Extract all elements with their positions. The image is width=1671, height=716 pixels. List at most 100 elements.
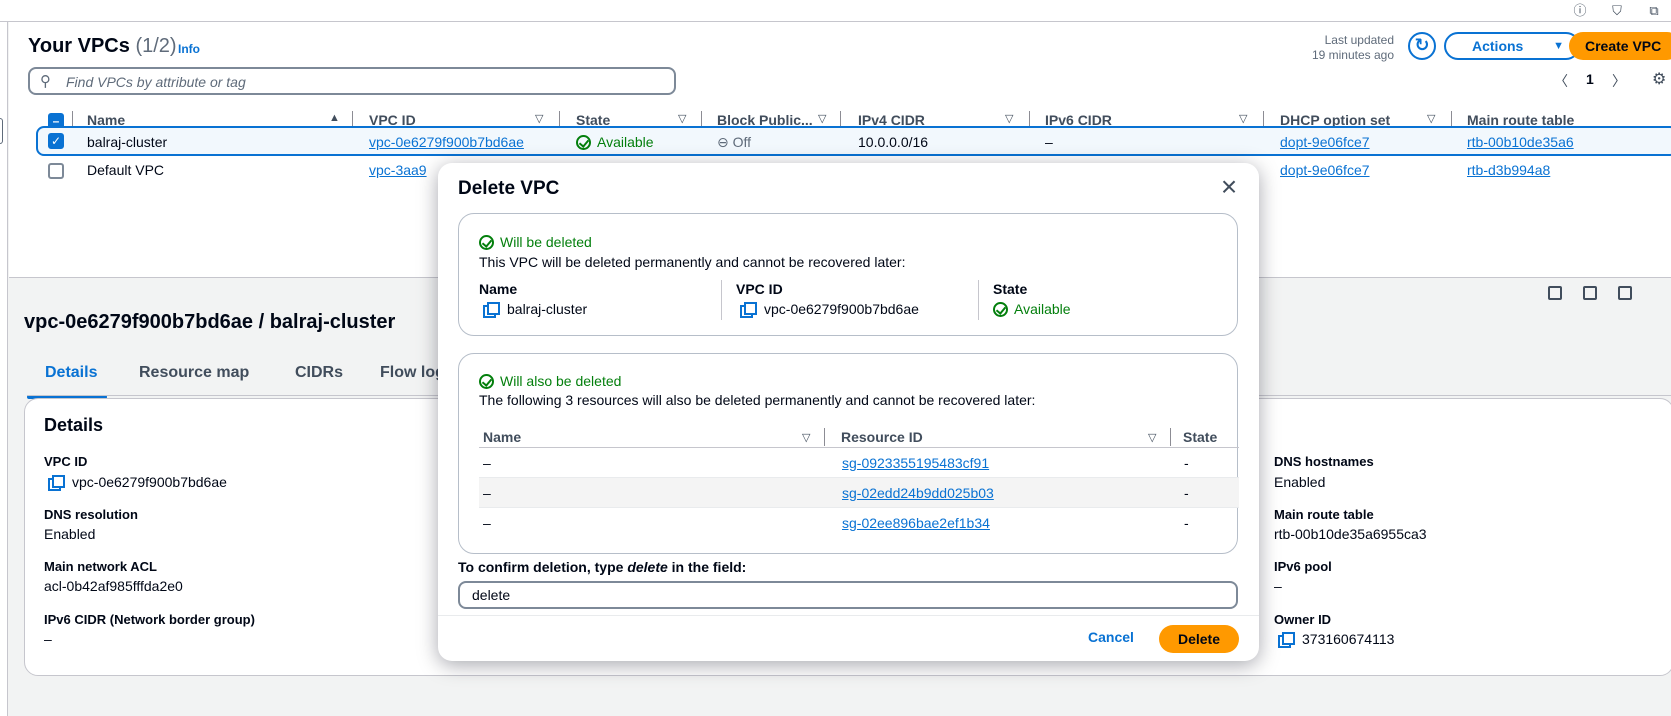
row-ipv6: – (1045, 134, 1053, 150)
settings-icon[interactable]: ⚙ (1652, 69, 1666, 89)
will-also-be-deleted-status: Will also be deleted (479, 373, 621, 389)
row-vpc-id-link[interactable]: vpc-0e6279f900b7bd6ae (369, 134, 524, 150)
shield-icon[interactable]: ⛉ (1609, 3, 1625, 19)
filter-icon[interactable]: ▽ (678, 112, 686, 125)
will-also-be-deleted-box: Will also be deleted The following 3 res… (458, 353, 1239, 554)
create-vpc-button[interactable]: Create VPC (1569, 32, 1671, 60)
field-vpc-id: VPC ID vpc-0e6279f900b7bd6ae (736, 281, 919, 318)
field-main-route-link[interactable]: rtb-00b10de35a6955ca3 (1274, 526, 1427, 542)
refresh-icon: ↻ (1414, 35, 1430, 55)
field-acl-link[interactable]: acl-0b42af985fffda2e0 (44, 578, 183, 594)
filter-icon[interactable]: ▽ (535, 112, 543, 125)
split-full-icon[interactable] (1618, 286, 1632, 300)
browser-toolbar: ⓘ ⛉ ⧉ (0, 0, 1671, 22)
box-description: The following 3 resources will also be d… (479, 392, 1036, 408)
resource-id-link[interactable]: sg-0923355195483cf91 (842, 455, 989, 471)
col-name[interactable]: Name (483, 429, 521, 445)
filter-icon[interactable]: ▽ (1239, 112, 1247, 125)
info-link[interactable]: Info (178, 42, 200, 56)
close-icon[interactable]: × (1215, 173, 1243, 203)
field-label: DNS resolution (44, 507, 138, 522)
table-row: – sg-0923355195483cf91 - (479, 448, 1239, 478)
row-route-link[interactable]: rtb-00b10de35a6 (1467, 134, 1574, 150)
modal-title: Delete VPC (458, 178, 560, 199)
sort-asc-icon[interactable]: ▲ (329, 112, 340, 124)
cancel-button[interactable]: Cancel (1078, 623, 1144, 651)
will-be-deleted-status: Will be deleted (479, 234, 592, 250)
search-placeholder: Find VPCs by attribute or tag (66, 74, 246, 90)
col-state[interactable]: State (1183, 429, 1217, 445)
field-label: IPv6 pool (1274, 559, 1332, 574)
delete-button[interactable]: Delete (1159, 625, 1239, 653)
last-updated: Last updated 19 minutes ago (1311, 33, 1394, 62)
filter-icon[interactable]: ▽ (1427, 112, 1435, 125)
off-icon: ⊖ (717, 134, 729, 150)
row-ipv4: 10.0.0.0/16 (858, 134, 929, 150)
check-circle-icon (576, 135, 591, 150)
nav-toggle[interactable] (0, 118, 3, 144)
next-page-icon[interactable]: 〉 (1612, 71, 1626, 91)
field-label: DNS hostnames (1274, 454, 1374, 469)
filter-icon[interactable]: ▽ (802, 431, 810, 444)
refresh-button[interactable]: ↻ (1408, 32, 1436, 60)
filter-icon[interactable]: ▽ (818, 112, 826, 125)
will-be-deleted-box: Will be deleted This VPC will be deleted… (458, 213, 1238, 336)
table-row: – sg-02ee896bae2ef1b34 - (483, 515, 1189, 531)
page-number[interactable]: 1 (1586, 71, 1594, 87)
left-nav-rail (0, 22, 8, 716)
field-label: Main route table (1274, 507, 1374, 522)
vpc-count: (1/2) (135, 35, 177, 57)
extension-icon[interactable]: ⧉ (1646, 3, 1662, 19)
copy-icon[interactable] (1278, 632, 1295, 648)
actions-button[interactable]: Actions ▼ (1444, 32, 1580, 60)
field-ipv6-ng: – (44, 631, 52, 647)
row-name: Default VPC (87, 162, 165, 178)
check-circle-icon (479, 374, 494, 389)
field-vpc-id: vpc-0e6279f900b7bd6ae (48, 474, 227, 491)
field-name: Name balraj-cluster (479, 281, 588, 318)
prev-page-icon[interactable]: 〈 (1554, 71, 1568, 91)
panel-title: Your VPCs (1/2) (28, 35, 177, 57)
filter-icon[interactable]: ▽ (1148, 431, 1156, 444)
detail-title: vpc-0e6279f900b7bd6ae / balraj-cluster (24, 311, 396, 333)
row-dhcp-link[interactable]: dopt-9e06fce7 (1280, 162, 1370, 178)
row-vpc-id-link[interactable]: vpc-3aa9 (369, 162, 427, 178)
row-state: Available (576, 134, 654, 150)
field-ipv6-pool: – (1274, 578, 1282, 594)
field-label: Owner ID (1274, 612, 1332, 627)
field-label: VPC ID (44, 454, 88, 469)
row-dhcp-link[interactable]: dopt-9e06fce7 (1280, 134, 1370, 150)
delete-vpc-modal: Delete VPC × Will be deleted This VPC wi… (438, 163, 1259, 661)
tab-cidrs[interactable]: CIDRs (295, 364, 343, 382)
copy-icon[interactable] (48, 475, 65, 491)
field-state: State Available (993, 281, 1071, 317)
resource-id-link[interactable]: sg-02ee896bae2ef1b34 (842, 515, 990, 531)
filter-icon[interactable]: ▽ (1005, 112, 1013, 125)
confirm-label: To confirm deletion, type delete in the … (458, 559, 747, 575)
table-row[interactable]: ✓ balraj-cluster vpc-0e6279f900b7bd6ae A… (36, 126, 1671, 156)
row-checkbox[interactable]: ✓ (48, 133, 64, 149)
row-name: balraj-cluster (87, 134, 168, 150)
check-circle-icon (993, 302, 1008, 317)
info-icon[interactable]: ⓘ (1572, 3, 1588, 19)
field-dns-hostnames: Enabled (1274, 474, 1326, 490)
field-label: Main network ACL (44, 559, 157, 574)
copy-icon[interactable] (483, 302, 500, 318)
field-label: IPv6 CIDR (Network border group) (44, 612, 255, 627)
col-resource-id[interactable]: Resource ID (841, 429, 923, 445)
search-input[interactable]: ⚲ Find VPCs by attribute or tag (28, 67, 676, 95)
field-dns-resolution: Enabled (44, 526, 96, 542)
copy-icon[interactable] (740, 302, 757, 318)
confirm-delete-input[interactable] (458, 581, 1238, 609)
resource-id-link[interactable]: sg-02edd24b9dd025b03 (842, 485, 994, 501)
tab-resource-map[interactable]: Resource map (139, 364, 249, 382)
field-owner-id: 373160674113 (1278, 631, 1394, 648)
tab-details[interactable]: Details (45, 364, 97, 382)
split-bottom-icon[interactable] (1548, 286, 1562, 300)
card-title: Details (44, 415, 104, 435)
row-route-link[interactable]: rtb-d3b994a8 (1467, 162, 1550, 178)
row-checkbox[interactable] (48, 163, 64, 179)
box-description: This VPC will be deleted permanently and… (479, 254, 906, 270)
table-row: – sg-02edd24b9dd025b03 - (479, 478, 1239, 508)
split-side-icon[interactable] (1583, 286, 1597, 300)
